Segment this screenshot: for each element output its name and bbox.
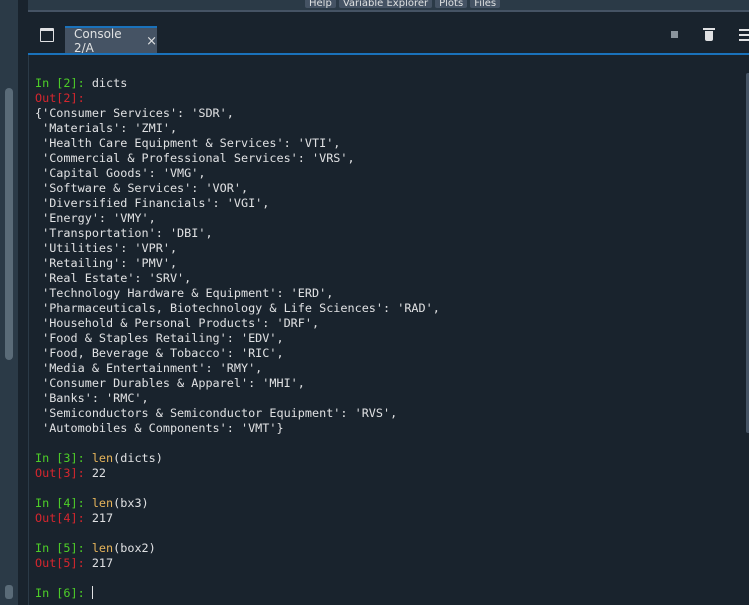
in-prompt: In [2]: bbox=[35, 76, 92, 90]
in-prompt: In [5]: bbox=[35, 541, 92, 555]
code-text: dicts bbox=[91, 76, 128, 90]
stop-icon[interactable] bbox=[671, 31, 678, 38]
output-line: 'Banks': 'RMC', bbox=[35, 391, 149, 405]
output-line: 22 bbox=[91, 466, 107, 480]
console-tab-header: Console 2/A × bbox=[28, 16, 749, 55]
output-line: 'Consumer Durables & Apparel': 'MHI', bbox=[35, 376, 305, 390]
output-line: 'Food & Staples Retailing': 'EDV', bbox=[35, 331, 284, 345]
console-output-area[interactable]: In [2]: dicts Out[2]: {'Consumer Service… bbox=[28, 55, 749, 605]
left-scrollbar-thumb[interactable] bbox=[5, 88, 13, 360]
output-line: 217 bbox=[91, 511, 114, 525]
output-line: {'Consumer Services': 'SDR', bbox=[35, 106, 234, 120]
out-prompt: Out[4]: bbox=[35, 511, 92, 525]
ipython-console-pane: Console 2/A × In [2]: dicts Out[2]: {'Co… bbox=[28, 16, 749, 605]
output-line: 'Semiconductors & Semiconductor Equipmen… bbox=[35, 406, 398, 420]
in-prompt: In [3]: bbox=[35, 451, 92, 465]
out-prompt: Out[2]: bbox=[35, 91, 92, 105]
hamburger-menu-icon[interactable] bbox=[739, 29, 749, 41]
console-transcript: In [2]: dicts Out[2]: {'Consumer Service… bbox=[35, 76, 440, 601]
output-line: 'Materials': 'ZMI', bbox=[35, 121, 178, 135]
output-line: 'Retailing': 'PMV', bbox=[35, 256, 178, 270]
trash-icon[interactable] bbox=[703, 28, 715, 41]
code-text: (bx3) bbox=[113, 496, 149, 510]
output-line: 'Utilities': 'VPR', bbox=[35, 241, 178, 255]
builtin-function: len bbox=[91, 451, 114, 465]
output-line: 'Pharmaceuticals, Biotechnology & Life S… bbox=[35, 301, 440, 315]
output-line: 'Real Estate': 'SRV', bbox=[35, 271, 192, 285]
output-line: 217 bbox=[91, 556, 114, 570]
browse-tabs-icon[interactable] bbox=[40, 28, 54, 42]
output-line: 'Commercial & Professional Services': 'V… bbox=[35, 151, 355, 165]
in-prompt: In [4]: bbox=[35, 496, 92, 510]
close-icon[interactable]: × bbox=[146, 35, 157, 48]
output-line: 'Capital Goods': 'VMG', bbox=[35, 166, 206, 180]
tab-files[interactable]: Files bbox=[470, 0, 501, 8]
builtin-function: len bbox=[91, 496, 114, 510]
output-line: 'Technology Hardware & Equipment': 'ERD'… bbox=[35, 286, 334, 300]
output-line: 'Automobiles & Components': 'VMT'} bbox=[35, 421, 284, 435]
left-panel-strip bbox=[0, 0, 18, 605]
out-prompt: Out[3]: bbox=[35, 466, 92, 480]
tab-plots[interactable]: Plots bbox=[435, 0, 468, 8]
code-text: (box2) bbox=[113, 541, 156, 555]
out-prompt: Out[5]: bbox=[35, 556, 92, 570]
tab-help[interactable]: Help bbox=[305, 0, 336, 8]
code-text: (dicts) bbox=[113, 451, 163, 465]
in-prompt: In [6]: bbox=[35, 586, 92, 600]
left-scrollbar-end[interactable] bbox=[5, 585, 13, 599]
console-tab-label: Console 2/A bbox=[74, 27, 122, 55]
builtin-function: len bbox=[91, 541, 114, 555]
tab-console-2a[interactable]: Console 2/A × bbox=[65, 26, 157, 55]
output-line: 'Health Care Equipment & Services': 'VTI… bbox=[35, 136, 341, 150]
output-line: 'Software & Services': 'VOR', bbox=[35, 181, 249, 195]
top-panel-tabs: Help Variable Explorer Plots Files bbox=[305, 0, 501, 8]
output-line: 'Food, Beverage & Tobacco': 'RIC', bbox=[35, 346, 284, 360]
output-line: 'Transportation': 'DBI', bbox=[35, 226, 213, 240]
tab-variable-explorer[interactable]: Variable Explorer bbox=[338, 0, 433, 8]
output-line: 'Energy': 'VMY', bbox=[35, 211, 156, 225]
top-panel-separator bbox=[28, 10, 749, 12]
output-line: 'Media & Entertainment': 'RMY', bbox=[35, 361, 263, 375]
output-line: 'Diversified Financials': 'VGI', bbox=[35, 196, 270, 210]
output-line: 'Household & Personal Products': 'DRF', bbox=[35, 316, 320, 330]
text-cursor bbox=[91, 586, 93, 599]
